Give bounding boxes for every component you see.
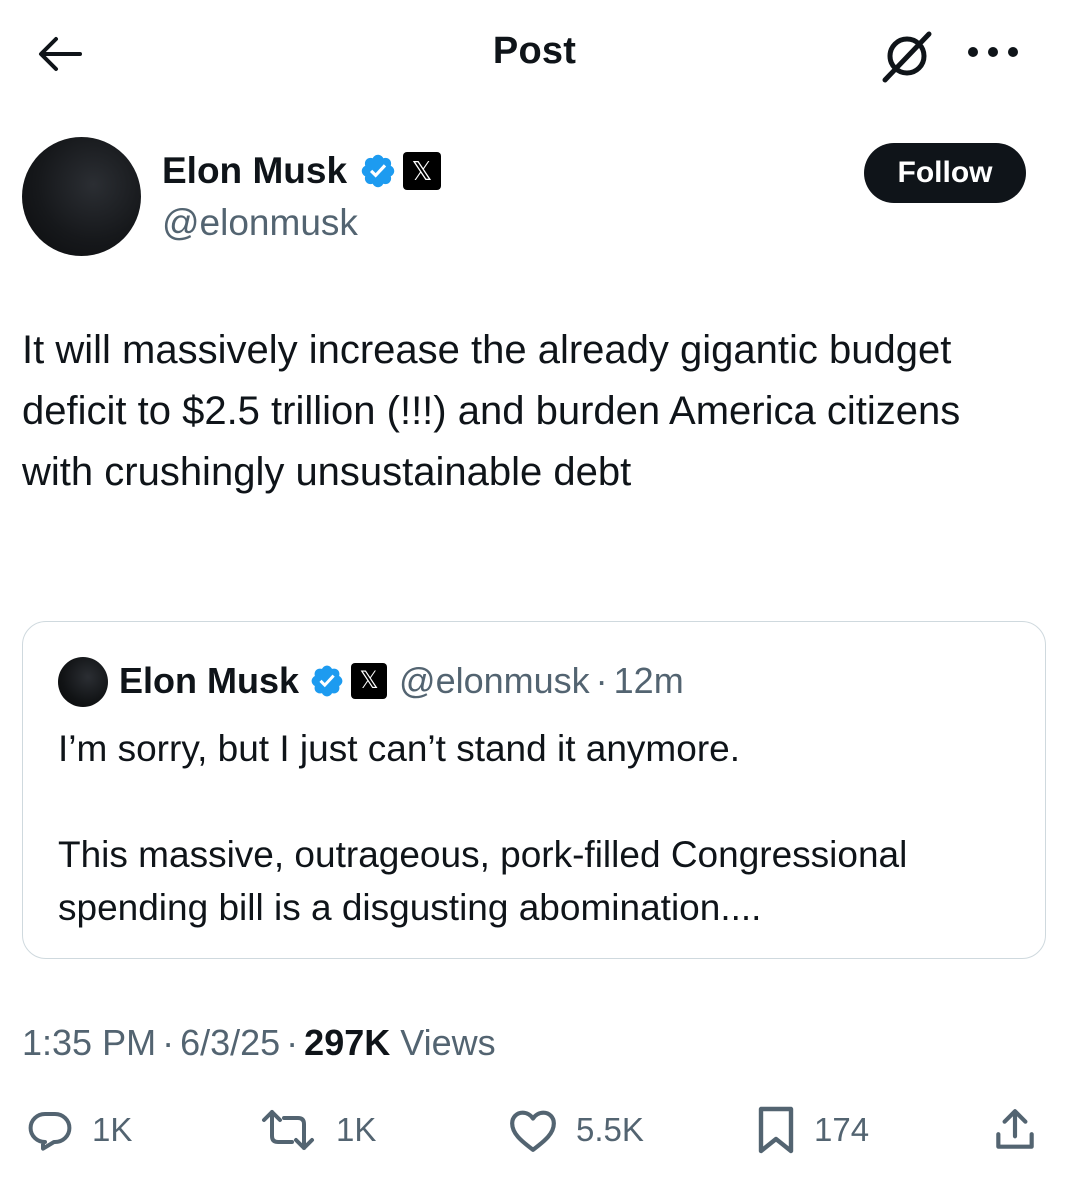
quoted-text-line: This massive, outrageous, pork-filled Co… <box>58 834 908 928</box>
repost-button[interactable]: 1K <box>258 1100 376 1160</box>
repost-icon <box>262 1110 314 1150</box>
quoted-post-time: 12m <box>613 660 684 701</box>
grok-icon <box>882 31 932 83</box>
heart-icon <box>510 1110 556 1152</box>
affiliate-x-badge: 𝕏 <box>403 152 442 190</box>
post-date: 6/3/25 <box>180 1022 281 1063</box>
share-icon <box>996 1109 1034 1149</box>
separator-dot: · <box>286 1022 299 1063</box>
more-options-button[interactable] <box>958 30 1028 74</box>
top-bar: Post <box>0 0 1069 105</box>
quoted-post-text: I’m sorry, but I just can’t stand it any… <box>58 722 1018 934</box>
author-handle[interactable]: @elonmusk <box>162 202 358 244</box>
follow-button[interactable]: Follow <box>864 143 1026 203</box>
post-page: Post Elon Musk 𝕏 @elonmusk Follow It wil… <box>0 0 1069 1200</box>
separator-dot: · <box>595 660 608 701</box>
views-label[interactable]: Views <box>400 1022 495 1063</box>
post-text: It will massively increase the already g… <box>22 328 972 494</box>
like-button[interactable]: 5.5K <box>508 1100 644 1160</box>
post-meta: 1:35 PM · 6/3/25 · 297K Views <box>22 1022 496 1064</box>
bookmark-button[interactable]: 174 <box>756 1100 869 1160</box>
reply-icon <box>28 1112 72 1151</box>
quoted-post-header: Elon Musk 𝕏 @elonmusk · 12m <box>119 660 684 702</box>
more-dots-icon <box>968 47 1018 57</box>
verified-badge-icon <box>311 665 343 697</box>
quoted-author-handle: @elonmusk <box>399 660 590 701</box>
repost-count: 1K <box>336 1111 377 1148</box>
verified-badge-icon <box>361 154 395 188</box>
affiliate-x-badge: 𝕏 <box>351 663 388 699</box>
separator-dot: · <box>162 1022 175 1063</box>
author-avatar[interactable] <box>22 137 141 256</box>
quoted-author-avatar <box>58 657 108 707</box>
quoted-post-card[interactable]: Elon Musk 𝕏 @elonmusk · 12m I’m sorry, b… <box>22 621 1046 959</box>
share-button[interactable] <box>990 1100 1040 1160</box>
bookmark-count: 174 <box>814 1111 870 1148</box>
grok-button[interactable] <box>876 26 938 86</box>
reply-count: 1K <box>92 1111 133 1148</box>
like-count: 5.5K <box>576 1111 644 1148</box>
action-bar: 1K 1K 5.5K 174 <box>0 1100 1069 1160</box>
views-count: 297K <box>304 1022 391 1063</box>
bookmark-icon <box>758 1106 794 1154</box>
quoted-author-name: Elon Musk <box>119 660 300 701</box>
post-time: 1:35 PM <box>22 1022 157 1063</box>
author-name-row[interactable]: Elon Musk 𝕏 <box>162 150 442 192</box>
quoted-text-line: I’m sorry, but I just can’t stand it any… <box>58 728 741 769</box>
author-name: Elon Musk <box>162 150 348 191</box>
reply-button[interactable]: 1K <box>26 1100 132 1160</box>
